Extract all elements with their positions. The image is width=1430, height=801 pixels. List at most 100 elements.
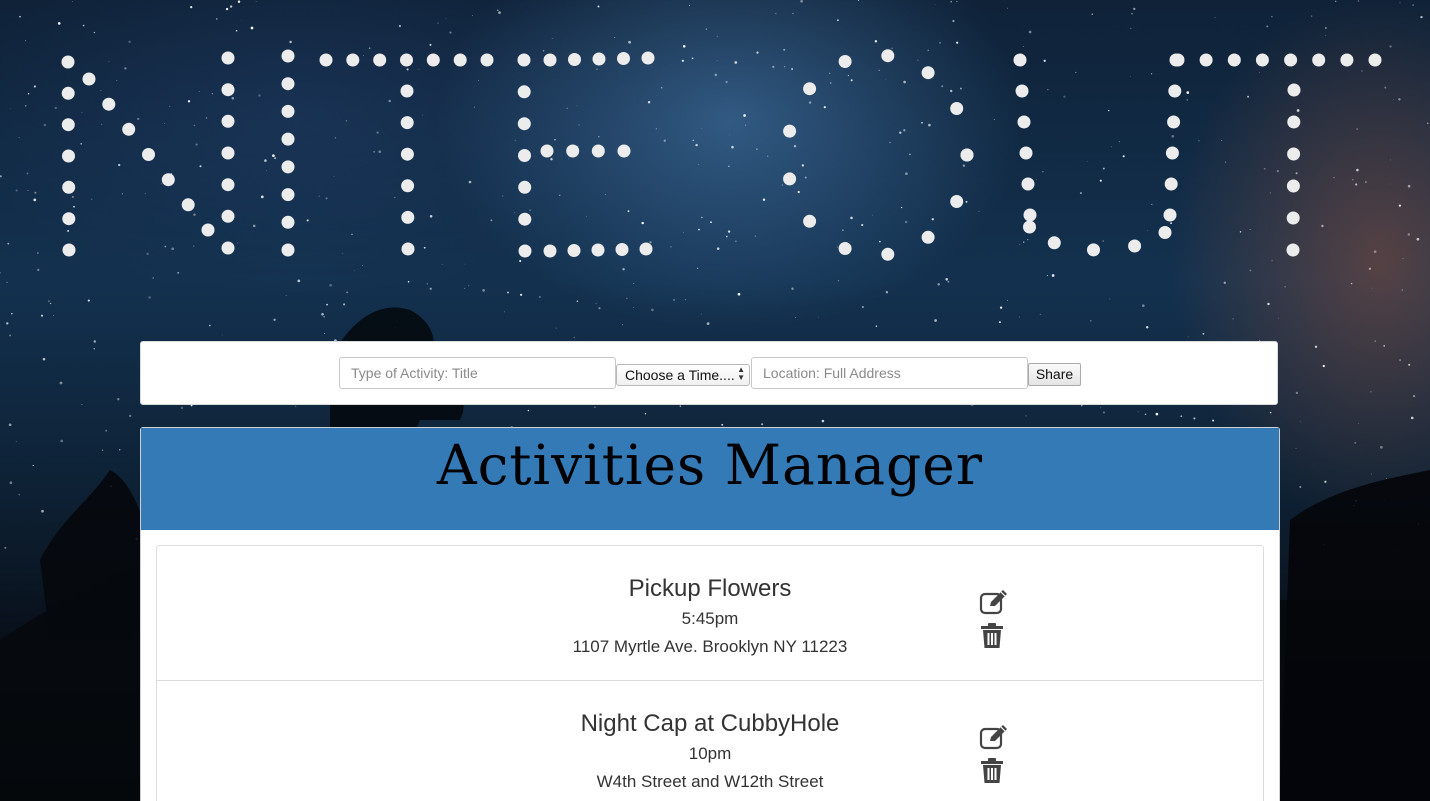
logo-dot	[281, 49, 295, 63]
logo-dot	[221, 114, 235, 128]
logo-dot	[1163, 208, 1177, 222]
logo-dot	[221, 209, 235, 223]
logo-dot	[281, 243, 295, 257]
logo-dot	[1168, 84, 1182, 98]
logo-dot	[281, 188, 295, 202]
logo-dot	[1286, 211, 1300, 225]
logo-dot	[400, 116, 414, 130]
logo-dot	[591, 243, 605, 257]
activity-list: Pickup Flowers 5:45pm 1107 Myrtle Ave. B…	[156, 545, 1264, 801]
logo-dot	[1167, 115, 1181, 129]
logo-dot	[1164, 177, 1178, 191]
activity-time: 10pm	[688, 744, 732, 763]
logo-dot	[518, 212, 532, 226]
time-select-value: Choose a Time....	[625, 367, 735, 383]
nite-out-logo	[61, 49, 1382, 261]
logo-dot	[881, 247, 895, 261]
list-item: Night Cap at CubbyHole 10pm W4th Street …	[157, 681, 1263, 801]
logo-dot	[319, 53, 333, 67]
logo-dot	[62, 149, 75, 163]
logo-dot	[400, 147, 414, 161]
share-button[interactable]: Share	[1028, 363, 1081, 386]
logo-dot	[62, 212, 76, 226]
logo-dot	[517, 85, 531, 99]
logo-dot	[1286, 179, 1300, 193]
logo-dot	[1021, 177, 1035, 191]
trash-icon[interactable]	[980, 758, 1004, 784]
logo-dot	[783, 124, 797, 138]
activity-location: W4th Street and W12th Street	[596, 772, 824, 791]
logo-dot	[453, 53, 467, 67]
logo-dot	[426, 53, 440, 67]
logo-dot	[221, 83, 235, 97]
logo-dot	[1287, 83, 1301, 97]
logo-dot	[543, 244, 557, 258]
logo-dot	[400, 53, 413, 67]
logo-dot	[1158, 226, 1172, 239]
time-select[interactable]: Choose a Time.... ▲ ▼	[616, 364, 750, 386]
logo-dot	[517, 117, 531, 131]
logo-dot	[1255, 53, 1269, 67]
page-title: Activities Manager	[436, 433, 984, 497]
edit-icon[interactable]	[979, 589, 1009, 615]
logo-dot	[881, 49, 895, 63]
logo-dot	[281, 77, 295, 91]
logo-dot	[838, 55, 852, 68]
logo-dot	[201, 223, 215, 237]
location-input[interactable]	[751, 357, 1028, 389]
logo-dot	[281, 215, 295, 229]
logo-dot	[960, 148, 974, 162]
logo-dot	[1017, 115, 1031, 129]
logo-dot	[1340, 53, 1354, 67]
logo-dot	[401, 242, 415, 256]
activity-title: Pickup Flowers	[628, 575, 792, 602]
logo-dot	[591, 144, 605, 158]
logo-dot	[401, 210, 415, 224]
activity-title-input[interactable]	[339, 357, 616, 389]
logo-dot	[1312, 53, 1326, 67]
activity-details: Pickup Flowers 5:45pm 1107 Myrtle Ave. B…	[157, 573, 1263, 659]
activities-manager-header: Activities Manager	[141, 428, 1279, 530]
logo-dot	[1368, 53, 1382, 67]
logo-dot	[62, 180, 76, 194]
logo-dot	[567, 244, 581, 257]
logo-dot	[281, 104, 295, 118]
logo-dot	[592, 52, 606, 66]
logo-dot	[518, 180, 532, 194]
logo-dot	[221, 178, 235, 192]
logo-dot	[221, 51, 235, 65]
logo-dot	[1171, 53, 1185, 67]
logo-dot	[1227, 53, 1241, 67]
logo-dot	[1284, 53, 1298, 67]
logo-dot	[921, 230, 935, 244]
logo-dot	[102, 97, 116, 111]
logo-dot	[1013, 53, 1027, 67]
logo-dot	[1019, 146, 1033, 160]
activity-title: Night Cap at CubbyHole	[580, 710, 840, 737]
logo-dot	[62, 243, 76, 257]
logo-dot	[838, 242, 852, 255]
trash-icon[interactable]	[980, 623, 1004, 649]
logo-dot	[281, 160, 295, 174]
logo-dot	[373, 53, 387, 67]
logo-dot	[568, 53, 581, 66]
logo-dot	[1128, 239, 1142, 253]
logo-dot	[1015, 84, 1029, 98]
logo-dot	[61, 118, 75, 132]
logo-dot	[639, 242, 653, 256]
activity-time: 5:45pm	[681, 609, 739, 628]
logo-dot	[1023, 220, 1036, 234]
logo-dot	[221, 146, 235, 160]
logo-dot	[221, 241, 235, 255]
edit-icon[interactable]	[979, 724, 1009, 750]
logo-dot	[615, 243, 629, 256]
logo-dot	[400, 84, 414, 98]
logo-dot	[1087, 243, 1100, 257]
logo-dot	[803, 214, 817, 228]
logo-dot	[1165, 146, 1179, 160]
logo-dot	[518, 149, 531, 162]
select-arrows-icon: ▲ ▼	[737, 365, 745, 382]
logo-dot	[950, 195, 964, 208]
logo-dot	[181, 198, 195, 212]
logo-dot	[346, 53, 360, 67]
